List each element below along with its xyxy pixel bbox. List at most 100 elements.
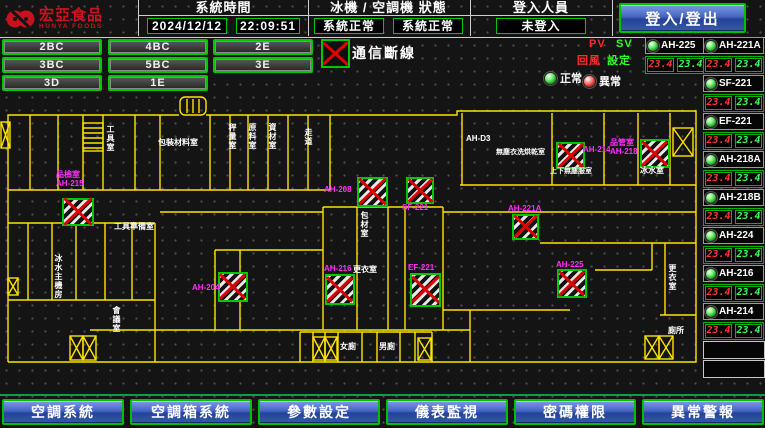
pv-display: 23.4 bbox=[705, 58, 732, 72]
nav-button-meter-monitor[interactable]: 儀表監視 bbox=[386, 399, 508, 425]
zone-button-3e[interactable]: 3E bbox=[213, 57, 313, 73]
room-label: 包材室 bbox=[360, 211, 369, 238]
legend-abnormal: 異常 bbox=[583, 73, 621, 89]
room-label: 資材室 bbox=[268, 123, 277, 150]
unit-card-ah218a: AH-218A 23.4 23.4 bbox=[703, 151, 764, 188]
spare-slot bbox=[703, 360, 765, 378]
nav-button-ahu-system[interactable]: 空調箱系統 bbox=[130, 399, 252, 425]
sv-display: 23.4 bbox=[735, 324, 762, 338]
ahu-box-sf221[interactable] bbox=[406, 177, 434, 204]
stair-icon bbox=[673, 128, 693, 156]
room-label: 工具準備室 bbox=[114, 222, 154, 231]
room-label: 秤量室 bbox=[228, 123, 237, 150]
ahu-box-ah225[interactable] bbox=[557, 269, 587, 298]
login-label: 登入人員 bbox=[470, 0, 612, 16]
stair-icon bbox=[70, 336, 96, 360]
login-user-value: 未登入 bbox=[496, 18, 586, 34]
machine-status-label: 冰機 / 空調機 狀態 bbox=[307, 0, 470, 16]
brand-icon bbox=[5, 4, 35, 34]
unit-button-ah218a[interactable]: AH-218A bbox=[703, 151, 764, 168]
return-air-tag: 回風 bbox=[577, 52, 601, 68]
sv-tag: SV bbox=[616, 38, 633, 50]
bottom-nav: 空調系統 空調箱系統 參數設定 儀表監視 密碼權限 異常警報 bbox=[0, 394, 765, 428]
legend-normal: 正常 bbox=[544, 70, 582, 86]
spare-slot bbox=[703, 341, 765, 359]
chiller-status-value: 系統正常 bbox=[314, 18, 384, 34]
zone-button-3bc[interactable]: 3BC bbox=[2, 57, 102, 73]
unit-button-ah218b[interactable]: AH-218B bbox=[703, 189, 764, 206]
nav-button-parameters[interactable]: 參數設定 bbox=[258, 399, 380, 425]
unit-button-ef221[interactable]: EF-221 bbox=[703, 113, 764, 130]
unit-button-ah216[interactable]: AH-216 bbox=[703, 265, 764, 282]
stair-icon bbox=[8, 278, 18, 295]
ahu-box-ah208[interactable] bbox=[357, 177, 388, 207]
staircase-icon bbox=[83, 123, 103, 151]
unit-button-sf221[interactable]: SF-221 bbox=[703, 75, 764, 92]
ahu-box-ah204[interactable] bbox=[218, 272, 248, 302]
unit-button-ah225[interactable]: AH-225 bbox=[645, 37, 706, 54]
ahu-status-value: 系統正常 bbox=[393, 18, 463, 34]
room-label: 會議室 bbox=[112, 306, 121, 333]
zone-button-3d[interactable]: 3D bbox=[2, 75, 102, 91]
room-label: AH-D3 bbox=[466, 134, 490, 143]
unit-card-ah221a: AH-221A 23.4 23.4 bbox=[703, 37, 764, 74]
zone-button-5bc[interactable]: 5BC bbox=[108, 57, 208, 73]
ahu-box-ef221[interactable] bbox=[410, 273, 441, 307]
pv-tag: PV bbox=[589, 38, 606, 50]
room-label: 男廁 bbox=[379, 342, 395, 351]
system-clock-value: 22:09:51 bbox=[236, 18, 300, 34]
zone-button-2bc[interactable]: 2BC bbox=[2, 39, 102, 55]
zone-button-4bc[interactable]: 4BC bbox=[108, 39, 208, 55]
room-label: 冰水主機房 bbox=[54, 254, 63, 299]
comm-fail-label: 通信斷線 bbox=[352, 43, 416, 63]
equipment-label: AH-225 bbox=[556, 260, 584, 269]
unit-card-ah216: AH-216 23.4 23.4 bbox=[703, 265, 764, 302]
abnormal-led-icon bbox=[583, 75, 596, 88]
sv-display: 23.4 bbox=[735, 96, 762, 110]
sv-display: 23.4 bbox=[735, 210, 762, 224]
unit-button-ah214[interactable]: AH-214 bbox=[703, 303, 764, 320]
ahu-box-ah214[interactable] bbox=[556, 142, 585, 169]
ahu-box-ah221a[interactable] bbox=[512, 214, 539, 240]
nav-button-alarm[interactable]: 異常警報 bbox=[642, 399, 764, 425]
zone-button-2e[interactable]: 2E bbox=[213, 39, 313, 55]
unit-led-icon bbox=[705, 78, 717, 90]
unit-card-ah214: AH-214 23.4 23.4 bbox=[703, 303, 764, 340]
brand-subtitle: HUNYA FOODS bbox=[39, 23, 103, 30]
login-logout-button[interactable]: 登入/登出 bbox=[619, 3, 746, 33]
unit-button-ah224[interactable]: AH-224 bbox=[703, 227, 764, 244]
stair-icon bbox=[313, 337, 337, 360]
sv-display: 23.4 bbox=[735, 248, 762, 262]
room-label: 走道 bbox=[304, 128, 313, 146]
unit-led-icon bbox=[705, 40, 717, 52]
equipment-label: 品檢室AH-215 bbox=[56, 170, 84, 188]
equipment-label: EF-221 bbox=[408, 263, 434, 272]
ahu-box-ah218[interactable] bbox=[640, 139, 670, 168]
login-panel: 登入人員 未登入 bbox=[470, 0, 613, 36]
ahu-box-ah216[interactable] bbox=[325, 274, 355, 305]
setpoint-tag: 設定 bbox=[607, 52, 631, 68]
equipment-label: 品管室AH-218 bbox=[610, 138, 638, 156]
entrance-icon bbox=[180, 97, 206, 115]
room-label: 更衣室 bbox=[668, 264, 677, 291]
room-label: 無塵衣洗烘乾室 bbox=[496, 148, 545, 157]
room-label: 冰水室 bbox=[640, 166, 664, 175]
unit-card-ah224: AH-224 23.4 23.4 bbox=[703, 227, 764, 264]
zone-button-1e[interactable]: 1E bbox=[108, 75, 208, 91]
room-label: 包裝材料室 bbox=[158, 138, 198, 147]
ahu-box-ah215[interactable] bbox=[62, 198, 94, 226]
room-label: 女廁 bbox=[340, 342, 356, 351]
nav-button-password[interactable]: 密碼權限 bbox=[514, 399, 636, 425]
sv-display: 23.4 bbox=[735, 172, 762, 186]
sv-display: 23.4 bbox=[677, 58, 704, 72]
unit-button-ah221a[interactable]: AH-221A bbox=[703, 37, 764, 54]
system-time-label: 系統時間 bbox=[139, 0, 308, 16]
equipment-label: AH-216 bbox=[324, 264, 352, 273]
pv-display: 23.4 bbox=[647, 58, 674, 72]
unit-card-ah225: AH-225 23.4 23.4 bbox=[645, 37, 706, 74]
unit-card-ef221: EF-221 23.4 23.4 bbox=[703, 113, 764, 150]
machine-status-panel: 冰機 / 空調機 狀態 系統正常 系統正常 bbox=[307, 0, 471, 36]
unit-card-sf221: SF-221 23.4 23.4 bbox=[703, 75, 764, 112]
nav-button-ac-system[interactable]: 空調系統 bbox=[2, 399, 124, 425]
equipment-label: AH-208 bbox=[324, 185, 352, 194]
